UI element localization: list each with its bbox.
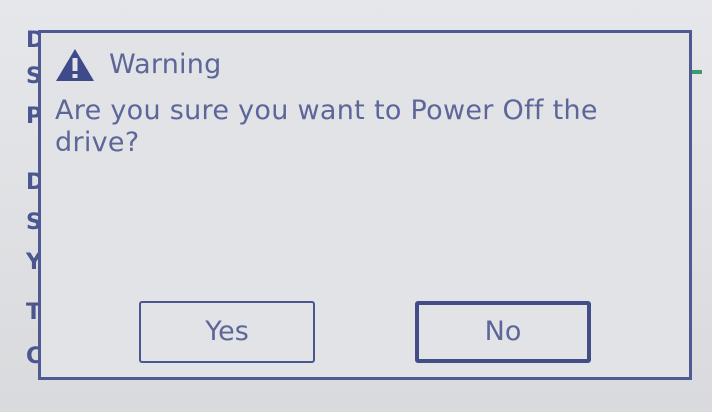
dialog-title-row: Warning (55, 45, 221, 85)
dialog-message: Are you sure you want to Power Off the d… (55, 95, 598, 158)
warning-icon (56, 49, 94, 81)
device-screen: D S P D S Y T C Warning Are you sure you… (0, 0, 712, 412)
dialog-title: Warning (109, 49, 222, 80)
no-button[interactable]: No (415, 301, 591, 363)
background-indicator (692, 70, 702, 74)
yes-button[interactable]: Yes (139, 301, 315, 363)
power-off-warning-dialog: Warning Are you sure you want to Power O… (38, 30, 692, 380)
